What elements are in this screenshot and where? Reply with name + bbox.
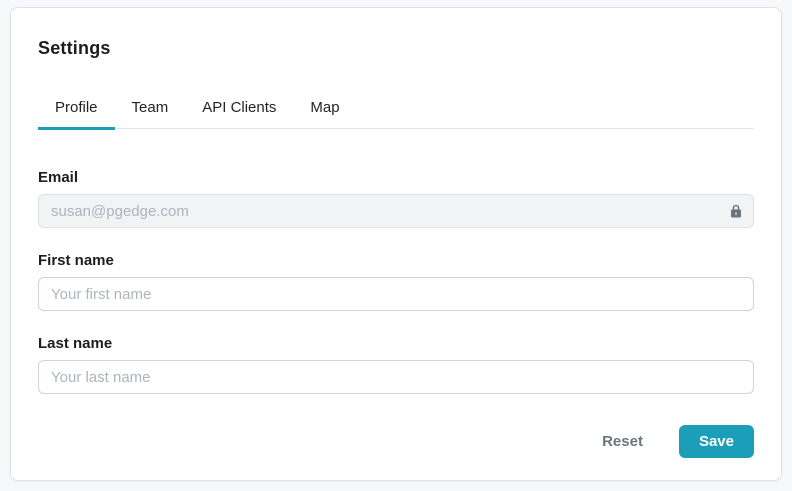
- last-name-form-group: Last name: [38, 335, 754, 394]
- save-button[interactable]: Save: [678, 425, 754, 458]
- settings-tab-bar: Profile Team API Clients Map: [38, 91, 754, 130]
- tab-map[interactable]: Map: [293, 91, 356, 130]
- tab-profile[interactable]: Profile: [38, 91, 115, 130]
- email-form-group: Email: [38, 169, 754, 228]
- tab-api-clients[interactable]: API Clients: [185, 91, 293, 130]
- email-label: Email: [38, 169, 79, 186]
- first-name-label: First name: [38, 252, 114, 269]
- email-input-wrap: [38, 194, 754, 228]
- first-name-form-group: First name: [38, 252, 754, 311]
- first-name-input-wrap: [38, 277, 754, 311]
- settings-card: Settings Profile Team API Clients Map Em…: [10, 7, 782, 481]
- email-field: [38, 194, 754, 228]
- form-actions: Reset Save: [38, 425, 754, 458]
- tab-team[interactable]: Team: [115, 91, 186, 130]
- reset-button[interactable]: Reset: [590, 425, 655, 458]
- last-name-input-wrap: [38, 360, 754, 394]
- page-title: Settings: [38, 38, 111, 58]
- last-name-field[interactable]: [38, 360, 754, 394]
- first-name-field[interactable]: [38, 277, 754, 311]
- last-name-label: Last name: [38, 335, 113, 352]
